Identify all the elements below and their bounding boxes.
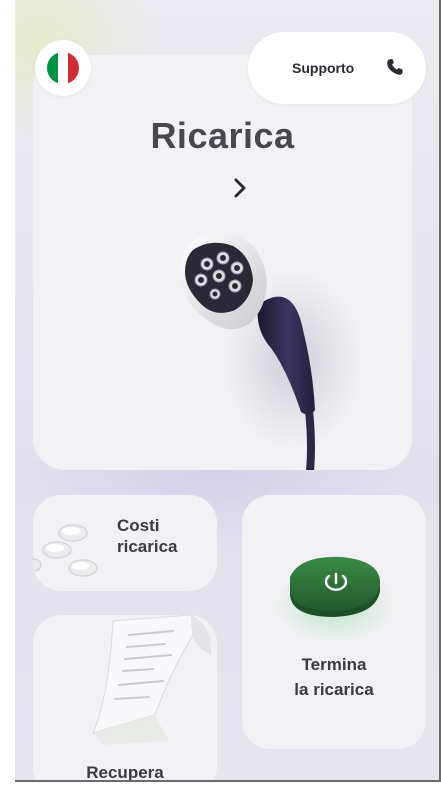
- charge-card[interactable]: Ricarica: [33, 55, 412, 470]
- flag-stripe: [47, 52, 58, 84]
- coins-illustration: [33, 524, 98, 577]
- flag-stripe: [57, 52, 69, 84]
- support-button[interactable]: Supporto: [248, 32, 426, 104]
- language-selector[interactable]: [35, 40, 91, 96]
- end-charging-label: Termina la ricarica: [242, 653, 426, 702]
- end-charging-card[interactable]: Termina la ricarica: [242, 495, 426, 749]
- end-charging-button-illustration: [273, 556, 397, 641]
- receipt-illustration: [92, 615, 212, 745]
- ev-plug-illustration: [179, 233, 363, 470]
- flag-stripe: [68, 52, 79, 84]
- recover-card[interactable]: Recupera: [33, 615, 217, 782]
- app-screen: Ricarica Supporto Costi ricarica Termina…: [15, 0, 441, 782]
- support-label: Supporto: [292, 60, 355, 76]
- italy-flag-icon: [47, 52, 79, 84]
- charging-costs-card[interactable]: Costi ricarica: [33, 495, 217, 591]
- charging-costs-label-line1: Costi: [117, 516, 160, 535]
- charge-title: Ricarica: [150, 115, 295, 156]
- charging-costs-label-line2: ricarica: [117, 537, 178, 557]
- phone-icon: [387, 58, 403, 75]
- end-charging-label-line2: la ricarica: [294, 679, 374, 699]
- charging-costs-label: Costi ricarica: [117, 515, 217, 558]
- chevron-right-icon: [234, 178, 246, 198]
- recover-label: Recupera: [86, 763, 164, 782]
- end-charging-label-line1: Termina: [301, 655, 367, 674]
